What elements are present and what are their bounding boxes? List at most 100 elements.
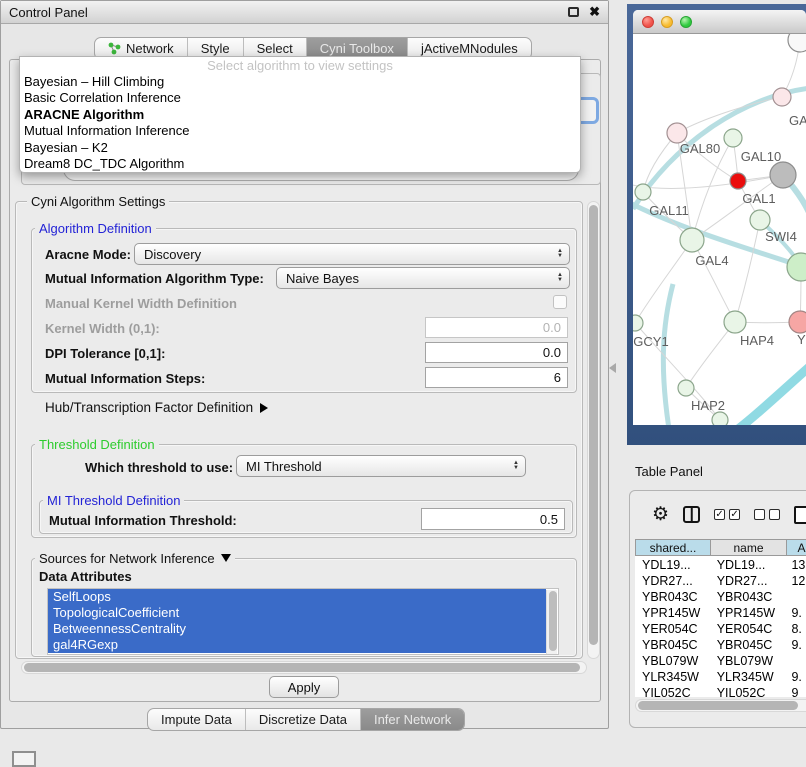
table-row[interactable]: YER054CYER054C8. bbox=[635, 621, 806, 637]
network-node[interactable] bbox=[724, 311, 746, 333]
table-horizontal-scrollbar[interactable] bbox=[635, 699, 806, 712]
attribute-item[interactable]: TopologicalCoefficient bbox=[48, 605, 546, 621]
gear-icon[interactable]: ⚙ bbox=[652, 505, 669, 524]
node-table[interactable]: shared...nameA YDL19...YDL19...13YDR27..… bbox=[635, 539, 806, 697]
network-node[interactable] bbox=[680, 228, 704, 252]
attribute-item[interactable]: SelfLoops bbox=[48, 589, 546, 605]
data-attributes-list[interactable]: SelfLoopsTopologicalCoefficientBetweenne… bbox=[47, 588, 559, 655]
table-row[interactable]: YBR045CYBR045C9. bbox=[635, 637, 806, 653]
manual-kernel-label: Manual Kernel Width Definition bbox=[45, 296, 237, 311]
control-panel-window: Control Panel ✖ NetworkStyleSelectCyni T… bbox=[0, 0, 609, 729]
dpi-tolerance-field[interactable]: 0.0 bbox=[425, 342, 568, 363]
manual-kernel-checkbox[interactable] bbox=[553, 295, 567, 309]
table-cell bbox=[784, 653, 806, 669]
float-window-icon[interactable] bbox=[568, 7, 579, 17]
table-cell: 9. bbox=[784, 637, 806, 653]
table-cell: YPR145W bbox=[710, 605, 785, 621]
aracne-mode-label: Aracne Mode: bbox=[45, 247, 131, 262]
minimized-palette-icon[interactable] bbox=[12, 751, 36, 767]
network-node[interactable] bbox=[678, 380, 694, 396]
tab-label: Impute Data bbox=[161, 709, 232, 730]
network-node[interactable] bbox=[712, 412, 728, 425]
settings-horizontal-scrollbar[interactable] bbox=[21, 661, 587, 674]
network-view-window[interactable]: GALGAL80GAL10GAL11GAL1SWI4GAL4GCY1HAP4YH… bbox=[633, 10, 806, 425]
network-node[interactable] bbox=[633, 315, 643, 331]
algorithm-dropdown-popup: Select algorithm to view settings Bayesi… bbox=[19, 56, 581, 173]
sources-group-title[interactable]: Sources for Network Inference bbox=[35, 551, 235, 566]
algorithm-definition-title: Algorithm Definition bbox=[35, 221, 156, 236]
network-node[interactable] bbox=[789, 311, 806, 333]
algorithm-option[interactable]: Bayesian – K2 bbox=[20, 140, 580, 156]
network-node[interactable] bbox=[787, 253, 806, 281]
close-traffic-icon[interactable] bbox=[642, 16, 654, 28]
which-threshold-label: Which threshold to use: bbox=[85, 460, 233, 475]
node-label: GAL bbox=[789, 113, 806, 128]
network-node[interactable] bbox=[788, 34, 806, 52]
network-node[interactable] bbox=[773, 88, 791, 106]
select-all-icon[interactable]: ✓✓ bbox=[714, 509, 740, 520]
mi-type-combobox[interactable]: Naive Bayes ▲▼ bbox=[276, 267, 570, 289]
tab-impute-data[interactable]: Impute Data bbox=[148, 709, 245, 730]
export-table-icon[interactable] bbox=[794, 506, 806, 524]
table-cell: YIL052C bbox=[710, 685, 785, 697]
splitter-collapse-icon[interactable] bbox=[609, 363, 616, 373]
network-window-titlebar bbox=[633, 10, 806, 34]
attribute-item[interactable]: BetweennessCentrality bbox=[48, 621, 546, 637]
column-layout-icon[interactable] bbox=[683, 506, 700, 523]
mi-type-value: Naive Bayes bbox=[286, 271, 359, 286]
tab-label: Infer Network bbox=[374, 709, 451, 730]
attribute-item[interactable]: gal4RGexp bbox=[48, 637, 546, 653]
column-header[interactable]: shared... bbox=[635, 539, 711, 556]
table-row[interactable]: YIL052CYIL052C9 bbox=[635, 685, 806, 697]
expand-arrow-icon bbox=[260, 403, 268, 413]
network-node[interactable] bbox=[770, 162, 796, 188]
close-icon[interactable]: ✖ bbox=[589, 7, 600, 17]
network-canvas[interactable]: GALGAL80GAL10GAL11GAL1SWI4GAL4GCY1HAP4YH… bbox=[633, 34, 806, 425]
sources-title-text: Sources for Network Inference bbox=[39, 551, 215, 566]
hub-definition-toggle[interactable]: Hub/Transcription Factor Definition bbox=[45, 400, 268, 415]
tab-infer-network[interactable]: Infer Network bbox=[360, 709, 464, 730]
kernel-width-field[interactable]: 0.0 bbox=[425, 317, 568, 338]
table-cell: 9. bbox=[784, 605, 806, 621]
algorithm-option[interactable]: Dream8 DC_TDC Algorithm bbox=[20, 156, 580, 172]
algorithm-option[interactable]: Basic Correlation Inference bbox=[20, 90, 580, 106]
column-header[interactable]: A bbox=[787, 539, 806, 556]
attributes-scrollbar[interactable] bbox=[546, 590, 557, 654]
mi-type-label: Mutual Information Algorithm Type: bbox=[45, 271, 264, 286]
deselect-all-icon[interactable] bbox=[754, 509, 780, 520]
network-node[interactable] bbox=[724, 129, 742, 147]
table-row[interactable]: YBR043CYBR043C bbox=[635, 589, 806, 605]
control-panel-titlebar: Control Panel ✖ bbox=[1, 1, 608, 24]
dropdown-placeholder: Select algorithm to view settings bbox=[20, 57, 580, 74]
apply-button[interactable]: Apply bbox=[269, 676, 339, 698]
network-node[interactable] bbox=[750, 210, 770, 230]
table-row[interactable]: YLR345WYLR345W9. bbox=[635, 669, 806, 685]
table-cell: YDL19... bbox=[635, 557, 710, 573]
table-cell: 12 bbox=[784, 573, 806, 589]
table-row[interactable]: YPR145WYPR145W9. bbox=[635, 605, 806, 621]
table-panel-title: Table Panel bbox=[635, 464, 703, 479]
network-node[interactable] bbox=[730, 173, 746, 189]
mi-threshold-field[interactable]: 0.5 bbox=[421, 508, 565, 530]
node-label: GCY1 bbox=[633, 334, 668, 349]
minimize-traffic-icon[interactable] bbox=[661, 16, 673, 28]
table-row[interactable]: YDR27...YDR27...12 bbox=[635, 573, 806, 589]
network-node[interactable] bbox=[667, 123, 687, 143]
network-node[interactable] bbox=[635, 184, 651, 200]
algorithm-option[interactable]: ARACNE Algorithm bbox=[20, 107, 580, 123]
table-toolbar: ⚙ ✓✓ bbox=[630, 491, 806, 538]
table-row[interactable]: YDL19...YDL19...13 bbox=[635, 557, 806, 573]
algorithm-option[interactable]: Bayesian – Hill Climbing bbox=[20, 74, 580, 90]
algorithm-option[interactable]: Mutual Information Inference bbox=[20, 123, 580, 139]
table-row[interactable]: YBL079WYBL079W bbox=[635, 653, 806, 669]
table-cell: 13 bbox=[784, 557, 806, 573]
tab-discretize-data[interactable]: Discretize Data bbox=[245, 709, 360, 730]
aracne-mode-combobox[interactable]: Discovery ▲▼ bbox=[134, 243, 570, 265]
settings-vertical-scrollbar[interactable] bbox=[587, 201, 600, 659]
table-cell: YBR043C bbox=[710, 589, 785, 605]
table-panel: ⚙ ✓✓ shared...nameA YDL19...YDL19...13YD… bbox=[629, 490, 806, 728]
which-threshold-combobox[interactable]: MI Threshold ▲▼ bbox=[236, 455, 526, 477]
mi-steps-field[interactable]: 6 bbox=[425, 367, 568, 388]
zoom-traffic-icon[interactable] bbox=[680, 16, 692, 28]
column-header[interactable]: name bbox=[711, 539, 787, 556]
